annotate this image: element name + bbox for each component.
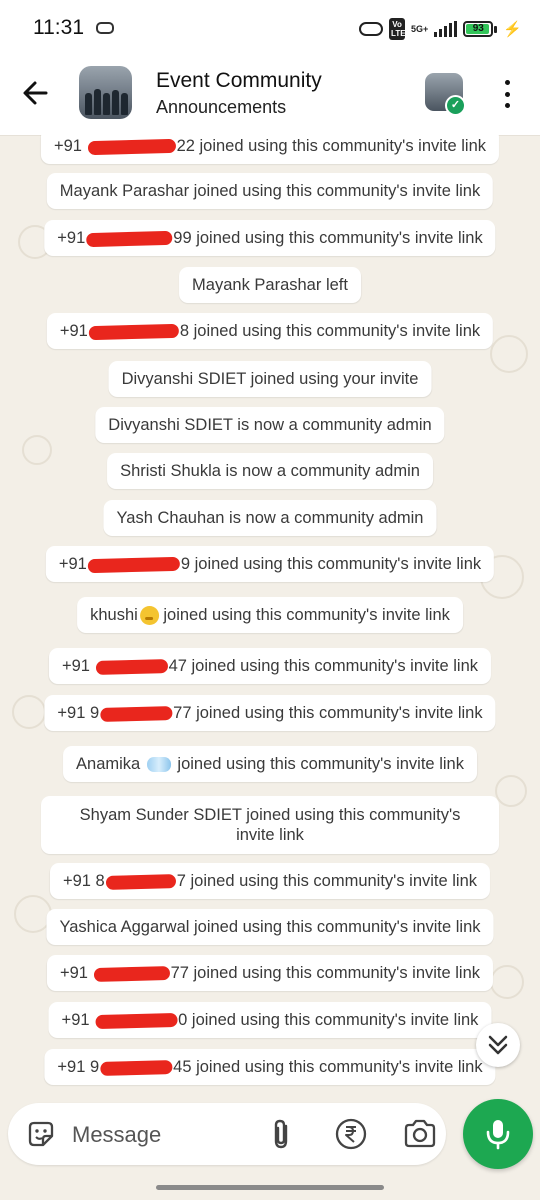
battery-tip bbox=[494, 25, 498, 33]
system-message: Shristi Shukla is now a community admin bbox=[107, 453, 433, 489]
hotspot-link-icon bbox=[359, 22, 384, 36]
back-button[interactable] bbox=[16, 73, 56, 113]
chat-header: Event Community Announcements ✓ bbox=[0, 60, 540, 136]
sticker-button[interactable] bbox=[26, 1119, 56, 1149]
link-status-icon bbox=[96, 22, 114, 34]
redaction-mark bbox=[99, 1059, 173, 1076]
system-message: Shyam Sunder SDIET joined using this com… bbox=[41, 796, 499, 854]
redaction-mark bbox=[93, 965, 170, 982]
status-icons: Vo LTE 5G+ 93 ⚡ bbox=[359, 17, 522, 41]
home-indicator[interactable] bbox=[156, 1185, 384, 1190]
redaction-mark bbox=[87, 138, 176, 155]
system-message: Yash Chauhan is now a community admin bbox=[103, 500, 437, 536]
charging-icon: ⚡ bbox=[503, 21, 522, 38]
system-message: Yashica Aggarwal joined using this commu… bbox=[46, 909, 494, 945]
group-avatar[interactable] bbox=[79, 66, 132, 119]
system-message: Mayank Parashar left bbox=[179, 267, 361, 303]
arrow-left-icon bbox=[23, 81, 48, 105]
chat-area[interactable]: +91 22 joined using this community's inv… bbox=[0, 135, 540, 1100]
network-type: 5G+ bbox=[411, 23, 429, 34]
redaction-mark bbox=[95, 658, 168, 675]
system-message: Anamika joined using this community's in… bbox=[63, 746, 477, 782]
voice-message-button[interactable] bbox=[463, 1099, 533, 1169]
sticker-icon bbox=[28, 1121, 54, 1147]
chat-title[interactable]: Event Community bbox=[156, 69, 322, 93]
system-message: +91 22 joined using this community's inv… bbox=[40, 135, 500, 164]
camera-button[interactable] bbox=[402, 1117, 438, 1151]
double-chevron-down-icon bbox=[488, 1035, 508, 1055]
redaction-mark bbox=[105, 873, 176, 890]
redaction-mark bbox=[87, 556, 181, 573]
message-composer bbox=[8, 1103, 446, 1165]
volte-indicator: Vo LTE bbox=[389, 18, 406, 40]
signal-icon bbox=[434, 21, 458, 37]
system-message: +91 47 joined using this community's inv… bbox=[48, 648, 492, 684]
system-message: +91 9 77 joined using this community's in… bbox=[44, 695, 496, 731]
system-message: Mayank Parashar joined using this commun… bbox=[46, 173, 494, 209]
status-time: 11:31 bbox=[33, 16, 84, 39]
redaction-mark bbox=[88, 323, 180, 340]
system-message: Divyanshi SDIET is now a community admin bbox=[95, 407, 445, 443]
payment-button[interactable] bbox=[334, 1117, 368, 1151]
system-message: khushi joined using this community's inv… bbox=[77, 597, 463, 633]
checkmark-badge-icon: ✓ bbox=[445, 95, 466, 116]
nail-polish-icon bbox=[146, 757, 171, 773]
system-message: +91 0 joined using this community's invi… bbox=[48, 1002, 492, 1038]
battery-icon: 93 bbox=[463, 21, 494, 37]
more-vert-icon bbox=[504, 80, 510, 85]
redaction-mark bbox=[94, 1012, 178, 1029]
system-message: +91 8 joined using this community's invit… bbox=[46, 313, 494, 349]
message-input[interactable] bbox=[70, 1117, 254, 1153]
system-message: +91 99 joined using this community's invi… bbox=[44, 220, 496, 256]
system-message: +91 9 joined using this community's invit… bbox=[45, 546, 495, 582]
status-bar: 11:31 Vo LTE 5G+ 93 ⚡ bbox=[0, 0, 540, 60]
scroll-to-bottom-button[interactable] bbox=[476, 1023, 520, 1067]
camera-icon bbox=[404, 1119, 436, 1148]
rupee-icon bbox=[335, 1118, 367, 1150]
system-message: +91 9 45 joined using this community's in… bbox=[44, 1049, 496, 1085]
mic-icon bbox=[486, 1120, 510, 1150]
blush-face-icon bbox=[139, 606, 159, 626]
more-options-button[interactable] bbox=[495, 77, 519, 111]
battery-percent: 93 bbox=[472, 23, 484, 34]
chat-subtitle[interactable]: Announcements bbox=[156, 97, 286, 118]
redaction-mark bbox=[99, 705, 173, 722]
paperclip-icon bbox=[274, 1119, 288, 1149]
system-message: +91 87 joined using this community's inv… bbox=[49, 863, 491, 899]
attach-button[interactable] bbox=[266, 1117, 298, 1151]
system-message: +91 77 joined using this community's inv… bbox=[46, 955, 494, 991]
system-message: Divyanshi SDIET joined using your invite bbox=[108, 361, 432, 397]
redaction-mark bbox=[86, 230, 173, 247]
